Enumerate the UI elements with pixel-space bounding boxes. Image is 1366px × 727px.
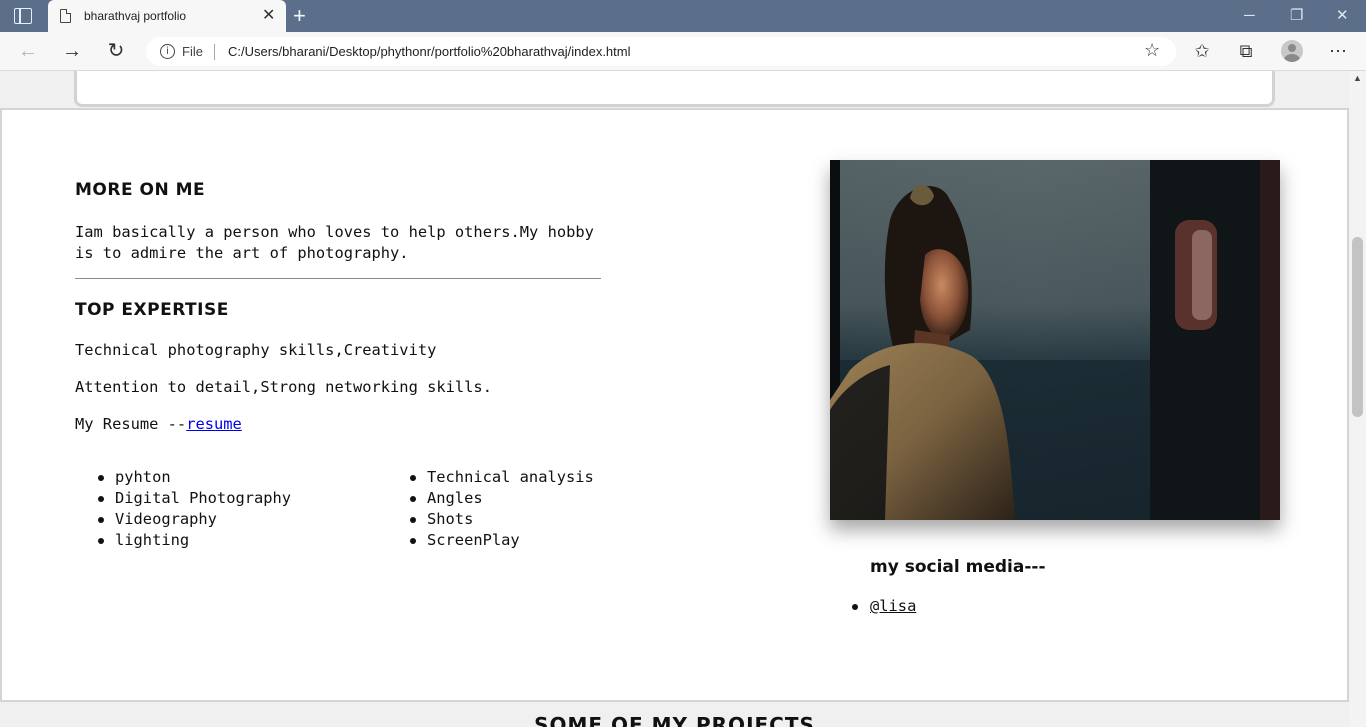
favorites-icon[interactable]: ✩ <box>1189 39 1215 63</box>
refresh-icon[interactable]: ↻ <box>103 39 129 65</box>
browser-toolbar: ← → ↻ i File C:/Users/bharani/Desktop/ph… <box>0 32 1366 71</box>
list-item: pyhton <box>75 467 291 488</box>
browser-titlebar: bharathvaj portfolio ✕ + ─ ❐ ✕ <box>0 0 1366 32</box>
file-label: File <box>182 44 203 59</box>
list-item: lighting <box>75 530 291 551</box>
profile-photo-illustration <box>830 160 1280 520</box>
close-window-icon[interactable]: ✕ <box>1336 4 1349 28</box>
social-media-heading: my social media--- <box>870 557 1046 577</box>
restore-icon[interactable]: ❐ <box>1290 4 1303 28</box>
address-bar[interactable]: i File C:/Users/bharani/Desktop/phythonr… <box>146 37 1176 66</box>
url-text[interactable]: C:/Users/bharani/Desktop/phythonr/portfo… <box>228 44 631 59</box>
list-item: Technical analysis <box>387 467 594 488</box>
new-tab-button[interactable]: + <box>293 3 306 29</box>
page-document-icon <box>60 9 71 23</box>
resume-link[interactable]: resume <box>186 415 242 433</box>
scroll-up-arrow-icon[interactable]: ▲ <box>1353 73 1362 83</box>
list-item: Videography <box>75 509 291 530</box>
page-viewport: MORE ON ME Iam basically a person who lo… <box>0 71 1349 727</box>
list-item: @lisa <box>830 597 916 615</box>
section-divider <box>75 278 601 279</box>
projects-heading: SOME OF MY PROJECTS <box>534 713 815 727</box>
profile-photo <box>830 160 1280 520</box>
browser-tab[interactable]: bharathvaj portfolio ✕ <box>48 0 286 32</box>
page-scrollbar[interactable]: ▲ <box>1349 71 1366 727</box>
list-item: Digital Photography <box>75 488 291 509</box>
expertise-line-1: Technical photography skills,Creativity <box>75 341 437 359</box>
list-item: Angles <box>387 488 594 509</box>
resume-prefix: My Resume -- <box>75 415 187 433</box>
skills-list-right: Technical analysis Angles Shots ScreenPl… <box>387 467 594 551</box>
forward-arrow-icon[interactable]: → <box>59 39 85 65</box>
list-item: ScreenPlay <box>387 530 594 551</box>
social-media-list: @lisa <box>830 597 916 615</box>
more-options-icon[interactable]: ⋯ <box>1325 39 1351 63</box>
tab-actions-icon[interactable] <box>14 8 32 24</box>
list-item: Shots <box>387 509 594 530</box>
resume-line: My Resume --resume <box>75 415 242 433</box>
scrollbar-thumb[interactable] <box>1352 237 1363 417</box>
previous-section-card <box>74 71 1275 107</box>
about-section: MORE ON ME Iam basically a person who lo… <box>0 108 1349 702</box>
minimize-icon[interactable]: ─ <box>1244 4 1255 28</box>
info-icon[interactable]: i <box>160 44 175 59</box>
skills-list-left: pyhton Digital Photography Videography l… <box>75 467 291 551</box>
profile-avatar[interactable] <box>1281 40 1303 62</box>
tab-close-icon[interactable]: ✕ <box>262 6 275 26</box>
tab-title: bharathvaj portfolio <box>84 9 187 23</box>
add-favorite-icon[interactable]: ☆ <box>1144 40 1160 61</box>
more-on-me-heading: MORE ON ME <box>75 180 206 200</box>
back-arrow-icon[interactable]: ← <box>15 39 41 65</box>
more-on-me-text: Iam basically a person who loves to help… <box>75 223 594 262</box>
top-expertise-heading: TOP EXPERTISE <box>75 300 229 320</box>
expertise-line-2: Attention to detail,Strong networking sk… <box>75 378 492 396</box>
social-link-lisa[interactable]: @lisa <box>870 597 916 615</box>
url-separator <box>214 44 215 60</box>
collections-icon[interactable]: ⧉ <box>1233 39 1259 63</box>
